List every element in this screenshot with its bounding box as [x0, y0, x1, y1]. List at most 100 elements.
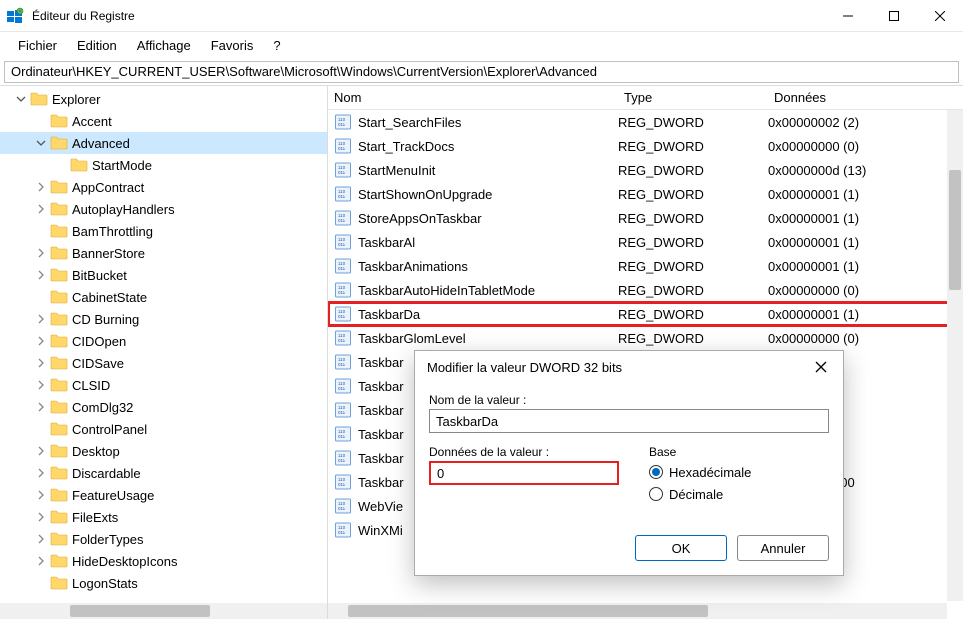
- tree-item[interactable]: Accent: [0, 110, 327, 132]
- list-row[interactable]: 110 011 TaskbarAlREG_DWORD0x00000001 (1): [328, 230, 963, 254]
- list-row[interactable]: 110 011 TaskbarDaREG_DWORD0x00000001 (1): [328, 302, 963, 326]
- tree-item[interactable]: BannerStore: [0, 242, 327, 264]
- chevron-right-icon[interactable]: [34, 554, 48, 568]
- tree-item[interactable]: Advanced: [0, 132, 327, 154]
- cancel-button[interactable]: Annuler: [737, 535, 829, 561]
- tree-item[interactable]: CIDOpen: [0, 330, 327, 352]
- list-row[interactable]: 110 011 StartShownOnUpgradeREG_DWORD0x00…: [328, 182, 963, 206]
- tree-item[interactable]: Desktop: [0, 440, 327, 462]
- tree-item[interactable]: ComDlg32: [0, 396, 327, 418]
- address-input[interactable]: [4, 61, 959, 83]
- tree-item[interactable]: BamThrottling: [0, 220, 327, 242]
- tree-item[interactable]: FeatureUsage: [0, 484, 327, 506]
- tree-item-label: CIDOpen: [72, 334, 126, 349]
- expander-spacer: [34, 290, 48, 304]
- radio-dec[interactable]: Décimale: [649, 483, 829, 505]
- tree-item[interactable]: CLSID: [0, 374, 327, 396]
- chevron-right-icon[interactable]: [34, 488, 48, 502]
- chevron-right-icon[interactable]: [34, 356, 48, 370]
- menu-help[interactable]: ?: [265, 36, 288, 55]
- folder-icon: [50, 246, 68, 260]
- dword-value-icon: 110 011: [334, 329, 352, 347]
- svg-text:011: 011: [338, 194, 346, 199]
- chevron-right-icon[interactable]: [34, 378, 48, 392]
- list-row[interactable]: 110 011 TaskbarAnimationsREG_DWORD0x0000…: [328, 254, 963, 278]
- list-row[interactable]: 110 011 Start_TrackDocsREG_DWORD0x000000…: [328, 134, 963, 158]
- chevron-right-icon[interactable]: [34, 444, 48, 458]
- list-v-scrollbar[interactable]: [947, 110, 963, 601]
- svg-text:011: 011: [338, 218, 346, 223]
- value-data-field[interactable]: [429, 461, 619, 485]
- tree-item[interactable]: AutoplayHandlers: [0, 198, 327, 220]
- chevron-right-icon[interactable]: [34, 334, 48, 348]
- chevron-right-icon[interactable]: [34, 202, 48, 216]
- list-row[interactable]: 110 011 TaskbarAutoHideInTabletModeREG_D…: [328, 278, 963, 302]
- col-header-type[interactable]: Type: [620, 86, 770, 109]
- tree-item[interactable]: CIDSave: [0, 352, 327, 374]
- chevron-right-icon[interactable]: [34, 400, 48, 414]
- folder-icon: [50, 202, 68, 216]
- radio-dec-indicator: [649, 487, 663, 501]
- expander-spacer: [34, 576, 48, 590]
- list-row[interactable]: 110 011 StartMenuInitREG_DWORD0x0000000d…: [328, 158, 963, 182]
- ok-button[interactable]: OK: [635, 535, 727, 561]
- tree-item[interactable]: Explorer: [0, 88, 327, 110]
- svg-text:011: 011: [338, 242, 346, 247]
- value-name: StoreAppsOnTaskbar: [358, 211, 618, 226]
- tree-item[interactable]: ControlPanel: [0, 418, 327, 440]
- folder-icon: [50, 114, 68, 128]
- chevron-right-icon[interactable]: [34, 532, 48, 546]
- menu-view[interactable]: Affichage: [129, 36, 199, 55]
- value-type: REG_DWORD: [618, 211, 768, 226]
- chevron-down-icon[interactable]: [14, 92, 28, 106]
- chevron-right-icon[interactable]: [34, 312, 48, 326]
- menu-file[interactable]: Fichier: [10, 36, 65, 55]
- list-row[interactable]: 110 011 TaskbarGlomLevelREG_DWORD0x00000…: [328, 326, 963, 350]
- svg-text:011: 011: [338, 122, 346, 127]
- tree-item[interactable]: CabinetState: [0, 286, 327, 308]
- radio-hex[interactable]: Hexadécimale: [649, 461, 829, 483]
- tree-item[interactable]: FolderTypes: [0, 528, 327, 550]
- dialog-title: Modifier la valeur DWORD 32 bits: [427, 360, 807, 375]
- chevron-right-icon[interactable]: [34, 466, 48, 480]
- chevron-right-icon[interactable]: [34, 180, 48, 194]
- minimize-button[interactable]: [825, 0, 871, 32]
- tree-item[interactable]: Discardable: [0, 462, 327, 484]
- tree-item[interactable]: StartMode: [0, 154, 327, 176]
- tree-item[interactable]: HideDesktopIcons: [0, 550, 327, 572]
- col-header-data[interactable]: Données: [770, 86, 963, 109]
- dialog-close-button[interactable]: [807, 353, 835, 381]
- menu-favorites[interactable]: Favoris: [203, 36, 262, 55]
- menu-edit[interactable]: Edition: [69, 36, 125, 55]
- value-type: REG_DWORD: [618, 115, 768, 130]
- list-row[interactable]: 110 011 Start_SearchFilesREG_DWORD0x0000…: [328, 110, 963, 134]
- folder-icon: [50, 224, 68, 238]
- tree-item-label: Advanced: [72, 136, 130, 151]
- svg-text:011: 011: [338, 362, 346, 367]
- svg-text:011: 011: [338, 482, 346, 487]
- list-row[interactable]: 110 011 StoreAppsOnTaskbarREG_DWORD0x000…: [328, 206, 963, 230]
- chevron-right-icon[interactable]: [34, 268, 48, 282]
- tree-item[interactable]: AppContract: [0, 176, 327, 198]
- chevron-right-icon[interactable]: [34, 510, 48, 524]
- dword-value-icon: 110 011: [334, 161, 352, 179]
- maximize-button[interactable]: [871, 0, 917, 32]
- value-name-field[interactable]: [429, 409, 829, 433]
- registry-tree[interactable]: Explorer Accent Advanced StartMode AppCo…: [0, 86, 327, 596]
- tree-h-scrollbar[interactable]: [0, 603, 327, 619]
- dword-value-icon: 110 011: [334, 473, 352, 491]
- close-button[interactable]: [917, 0, 963, 32]
- folder-icon: [50, 356, 68, 370]
- value-name: StartShownOnUpgrade: [358, 187, 618, 202]
- chevron-right-icon[interactable]: [34, 246, 48, 260]
- tree-item[interactable]: CD Burning: [0, 308, 327, 330]
- dialog-titlebar[interactable]: Modifier la valeur DWORD 32 bits: [415, 351, 843, 383]
- list-h-scrollbar[interactable]: [328, 603, 947, 619]
- value-name: TaskbarGlomLevel: [358, 331, 618, 346]
- tree-item[interactable]: BitBucket: [0, 264, 327, 286]
- tree-item[interactable]: FileExts: [0, 506, 327, 528]
- col-header-name[interactable]: Nom: [328, 86, 620, 109]
- value-data: 0x00000000 (0): [768, 331, 963, 346]
- tree-item[interactable]: LogonStats: [0, 572, 327, 594]
- chevron-down-icon[interactable]: [34, 136, 48, 150]
